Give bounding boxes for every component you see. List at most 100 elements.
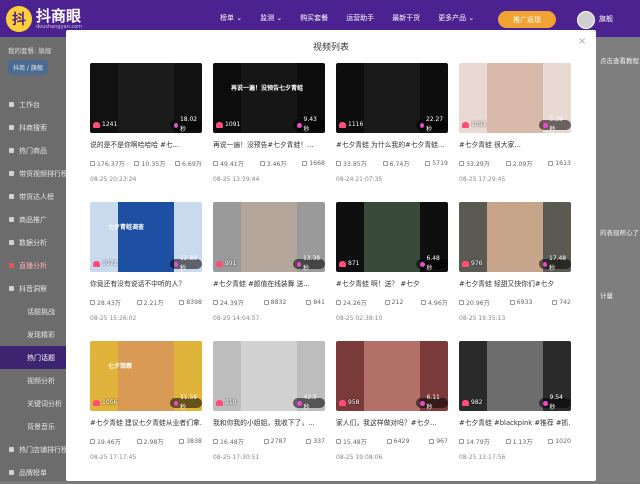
video-card[interactable]: 982 9.54秒 #七夕青蛙 #blackpink #推荐 #抓... 14.79万… [459,341,571,472]
video-title[interactable]: #七夕青蛙 轻甜又快你们#七夕 [459,278,571,288]
promo-button[interactable]: 推广返现 [498,11,556,28]
video-thumbnail[interactable]: 871 6.48秒 [336,202,448,272]
sidebar-item[interactable]: 带货视频排行榜 [0,162,68,185]
video-title[interactable]: #七夕青蛙 #颜值在线装舞 送... [213,278,325,288]
sidebar-item[interactable]: 视频分析 [0,369,66,392]
video-frame [364,341,420,411]
video-title[interactable]: 家人们，我这样做对吗？#七夕... [336,417,448,427]
sidebar-item-label: 直播分析 [19,261,47,270]
sidebar-item[interactable]: 商品推广 [0,208,66,231]
video-card[interactable]: 七夕青蛙调查 1071 12.83秒 你竟还有没有说话不中听的人？ 28.43万 2.21… [90,202,202,333]
play-count: 15.48万 [336,437,367,446]
play-count-icon [336,439,341,444]
nav-item[interactable]: 购买套餐 [300,13,328,23]
play-count-icon [90,161,95,166]
video-title[interactable]: #七夕青蛙 #blackpink #推荐 #抓... [459,417,571,427]
video-card[interactable]: 976 17.48秒 #七夕青蛙 轻甜又快你们#七夕 20.96万 6933 742 08-… [459,202,571,333]
sidebar-item[interactable]: 关键词分析 [0,392,66,415]
video-stats: 20.96万 6933 742 [459,298,571,307]
video-frame [118,63,174,133]
logo[interactable]: 抖 抖商眼 doushangyan.com [6,6,82,32]
video-frame [241,202,297,272]
video-title[interactable]: 我和你我的小姐姐，我收下了，... [213,417,325,427]
video-card[interactable]: 1241 18.02秒 说的是不是你啊哈哈哈 #七... 176.37万 10.35万 6… [90,63,202,194]
video-thumbnail[interactable]: 七夕观察 1056 11.59秒 [90,341,202,411]
bg-text-tutorial[interactable]: 点击查看教程 [600,55,639,65]
video-card[interactable]: 910 42.5秒 我和你我的小姐姐，我收下了，... 16.48万 2787 337 08… [213,341,325,472]
video-thumbnail[interactable]: 910 42.5秒 [213,341,325,411]
video-title[interactable]: #七夕青蛙 啊！送？ #七夕 [336,278,448,288]
sidebar-item[interactable]: 背景音乐 [0,415,66,438]
sidebar-item[interactable]: 抖商搜索 [0,116,66,139]
heart-icon [339,121,346,128]
sidebar-item[interactable]: 热门店铺排行榜 [0,438,68,461]
video-card[interactable]: 七夕观察 1056 11.59秒 #七夕青蛙 建议七夕青蛙从业者们拿... 19.46万… [90,341,202,472]
sidebar-item-label: 话题挑战 [27,307,55,316]
sidebar-item[interactable]: 热门话题 [0,346,66,369]
duration-badge: 13.38秒 [293,255,325,272]
avatar[interactable] [577,11,595,29]
video-title[interactable]: 再说一遍！没预告#七夕青蛙！... [213,139,325,149]
user-name[interactable]: 旗舰 [599,14,613,24]
video-date: 08-25 15:26:02 [90,315,137,322]
video-thumbnail[interactable]: 再说一遍！没预告七夕青蛙 1091 9.43秒 [213,63,325,133]
video-thumbnail[interactable]: 1241 18.02秒 [90,63,202,133]
video-card[interactable]: 991 13.38秒 #七夕青蛙 #颜值在线装舞 送... 24.39万 8832 841… [213,202,325,333]
logo-text: 抖商眼 [36,6,82,25]
sidebar-item[interactable]: 抖音洞察 [0,277,66,300]
sidebar-item[interactable]: 带货达人榜 [0,185,66,208]
nav-item[interactable]: 运营助手 [346,13,374,23]
comment-count: 10.35万 [134,159,165,168]
video-card[interactable]: 再说一遍！没预告七夕青蛙 1091 9.43秒 再说一遍！没预告#七夕青蛙！... 49… [213,63,325,194]
sidebar-item[interactable]: 话题挑战 [0,300,66,323]
nav-item[interactable]: 最新干货 [392,13,420,23]
sidebar-item[interactable]: 热门商品 [0,139,66,162]
plan-pill[interactable]: 抖商 / 旗舰 [8,60,48,75]
comment-count: 1.13万 [505,437,533,446]
share-icon [552,300,558,305]
sidebar-item[interactable]: 工作台 [0,93,66,116]
play-count-icon [459,439,464,444]
comment-icon [263,439,269,444]
video-card[interactable]: 1116 22.27秒 #七夕青蛙 为什么我的#七夕青蛙... 33.85万 6.74万… [336,63,448,194]
share-icon [175,161,181,166]
sidebar-item[interactable]: 直播分析 [0,254,66,277]
duration-badge: 6.48秒 [416,255,448,272]
video-thumbnail[interactable]: 982 9.54秒 [459,341,571,411]
likes-count: 958 [339,399,359,406]
menu-icon [9,171,14,176]
share-icon [179,300,185,305]
video-thumbnail[interactable]: 991 13.38秒 [213,202,325,272]
video-thumbnail[interactable]: 958 6.11秒 [336,341,448,411]
sidebar-item-label: 热门商品 [19,146,47,155]
comment-icon [263,300,269,305]
sidebar-item[interactable]: 发现精彩 [0,323,66,346]
video-thumbnail[interactable]: 七夕青蛙调查 1071 12.83秒 [90,202,202,272]
video-title[interactable]: 说的是不是你啊哈哈哈 #七... [90,139,202,149]
video-thumbnail[interactable]: 1051 5.39秒 [459,63,571,133]
video-card[interactable]: 871 6.48秒 #七夕青蛙 啊！送？ #七夕 24.26万 212 4.96万 08-2… [336,202,448,333]
video-grid: 1241 18.02秒 说的是不是你啊哈哈哈 #七... 176.37万 10.35万 6… [90,63,571,472]
share-count: 967 [429,437,448,446]
nav-item[interactable]: 更多产品 ⌄ [438,13,474,23]
video-thumbnail[interactable]: 976 17.48秒 [459,202,571,272]
comment-count: 6.74万 [382,159,410,168]
video-card[interactable]: 1051 5.39秒 #七夕青蛙 很大家... 33.29万 2.09万 1613 08-2… [459,63,571,194]
duration-badge: 11.59秒 [170,394,202,411]
video-title[interactable]: 你竟还有没有说话不中听的人？ [90,278,202,288]
close-icon[interactable]: × [578,36,586,47]
video-stats: 19.46万 2.98万 3838 [90,437,202,446]
video-title[interactable]: #七夕青蛙 为什么我的#七夕青蛙... [336,139,448,149]
video-thumbnail[interactable]: 1116 22.27秒 [336,63,448,133]
nav-item[interactable]: 榜单 ⌄ [220,13,242,23]
share-count: 3838 [179,437,202,446]
sidebar-item-label: 抖音洞察 [19,284,47,293]
nav-item[interactable]: 监测 ⌄ [260,13,282,23]
video-card[interactable]: 958 6.11秒 家人们，我这样做对吗？#七夕... 15.48万 6429 967 08… [336,341,448,472]
sidebar-item[interactable]: 数据分析 [0,231,66,254]
duration-badge: 5.39秒 [539,116,571,133]
video-stats: 24.39万 8832 841 [213,298,325,307]
video-title[interactable]: #七夕青蛙 很大家... [459,139,571,149]
play-count-icon [90,300,95,305]
video-title[interactable]: #七夕青蛙 建议七夕青蛙从业者们拿... [90,417,202,427]
